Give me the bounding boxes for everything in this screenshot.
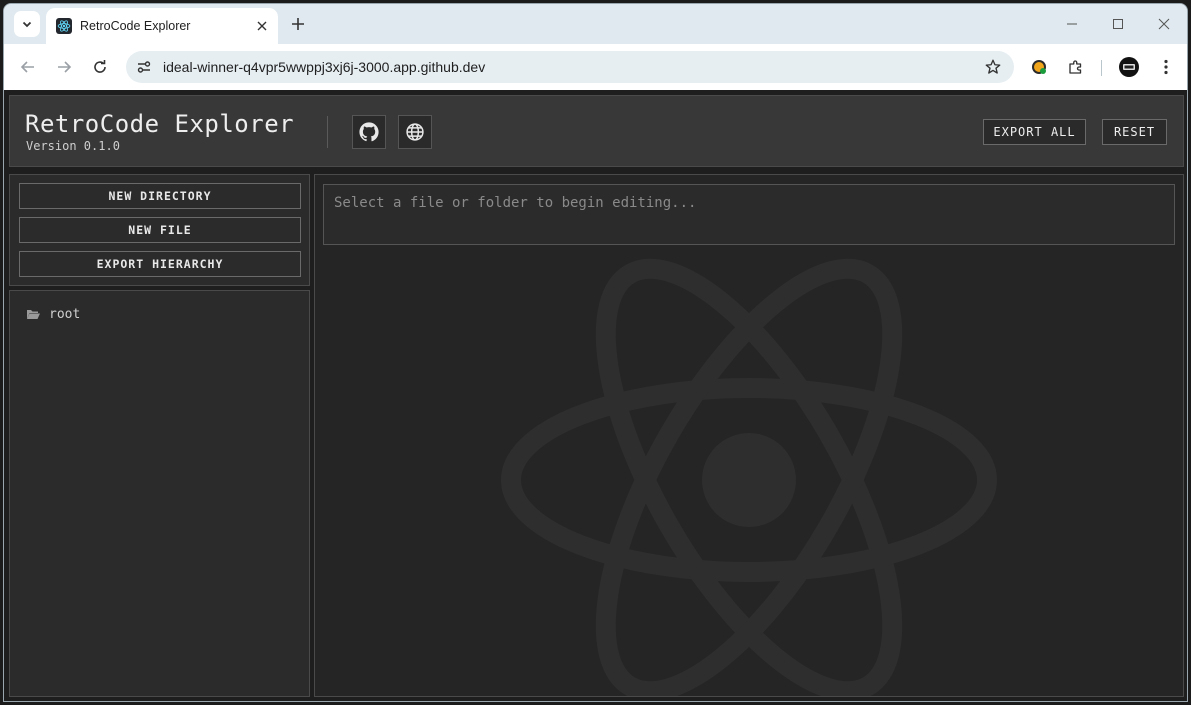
tree-item-label: root — [49, 306, 81, 322]
sidebar-actions: NEW DIRECTORY NEW FILE EXPORT HIERARCHY — [9, 174, 310, 286]
maximize-icon — [1113, 19, 1123, 29]
arrow-right-icon — [58, 61, 72, 73]
header-separator — [327, 116, 328, 148]
back-button[interactable] — [17, 56, 39, 78]
react-favicon-icon — [56, 18, 72, 34]
browser-window: RetroCode Explorer ideal-winner-q4vpr5ww… — [3, 3, 1188, 702]
folder-open-icon — [27, 310, 40, 319]
bookmark-star-icon[interactable] — [984, 58, 1002, 76]
editor-panel: Select a file or folder to begin editing… — [314, 174, 1184, 697]
arrow-left-icon — [20, 61, 34, 73]
export-hierarchy-button[interactable]: EXPORT HIERARCHY — [19, 251, 301, 277]
reload-icon — [94, 60, 106, 73]
plus-icon — [292, 18, 304, 30]
tab-title: RetroCode Explorer — [80, 19, 191, 33]
tree-item-root[interactable]: root — [26, 305, 80, 323]
maximize-button[interactable] — [1108, 14, 1128, 34]
github-icon — [359, 122, 379, 142]
extension-badge-icon[interactable] — [1029, 57, 1049, 77]
tab-search-button[interactable] — [14, 11, 40, 37]
minimize-button[interactable] — [1062, 14, 1082, 34]
forward-button[interactable] — [53, 56, 75, 78]
editor-placeholder[interactable]: Select a file or folder to begin editing… — [323, 184, 1175, 245]
new-directory-button[interactable]: NEW DIRECTORY — [19, 183, 301, 209]
app-viewport: RetroCode Explorer Version 0.1.0 EXPORT … — [4, 90, 1187, 701]
reset-button[interactable]: RESET — [1102, 119, 1167, 145]
browser-tab[interactable]: RetroCode Explorer — [46, 8, 278, 44]
more-menu-icon[interactable] — [1156, 57, 1176, 77]
chevron-down-icon — [22, 21, 32, 28]
tab-close-button[interactable] — [254, 18, 270, 34]
file-tree: root — [9, 290, 310, 697]
app-version: Version 0.1.0 — [26, 139, 120, 153]
profile-avatar-icon[interactable] — [1119, 57, 1139, 77]
minimize-icon — [1067, 23, 1077, 25]
toolbar-separator — [1101, 60, 1102, 76]
app-header: RetroCode Explorer Version 0.1.0 EXPORT … — [9, 95, 1184, 167]
github-button[interactable] — [352, 115, 386, 149]
tab-strip: RetroCode Explorer — [4, 4, 1187, 44]
website-button[interactable] — [398, 115, 432, 149]
browser-toolbar: ideal-winner-q4vpr5wwppj3xj6j-3000.app.g… — [4, 44, 1187, 90]
address-bar[interactable]: ideal-winner-q4vpr5wwppj3xj6j-3000.app.g… — [126, 51, 1014, 83]
globe-icon — [406, 123, 424, 141]
url-text[interactable]: ideal-winner-q4vpr5wwppj3xj6j-3000.app.g… — [163, 59, 485, 75]
react-logo-icon — [501, 258, 997, 696]
close-window-button[interactable] — [1154, 14, 1174, 34]
new-file-button[interactable]: NEW FILE — [19, 217, 301, 243]
reload-button[interactable] — [89, 56, 111, 78]
app-title: RetroCode Explorer — [25, 110, 295, 138]
close-icon — [1158, 18, 1170, 30]
close-icon — [257, 21, 267, 31]
new-tab-button[interactable] — [288, 14, 308, 34]
export-all-button[interactable]: EXPORT ALL — [983, 119, 1086, 145]
puzzle-icon[interactable] — [1066, 57, 1086, 77]
site-info-icon[interactable] — [136, 59, 152, 75]
